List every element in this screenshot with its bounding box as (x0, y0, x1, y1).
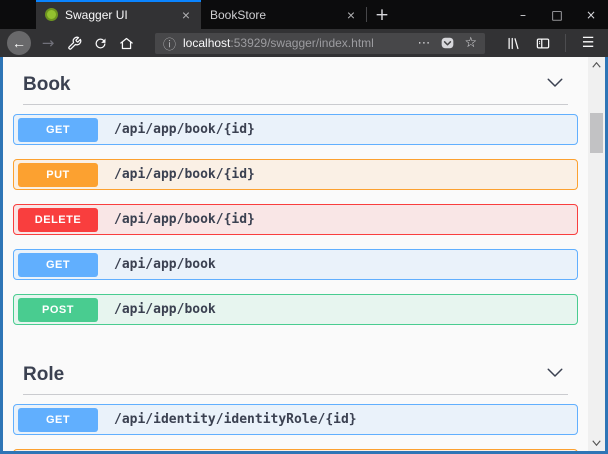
url-text: localhost:53929/swagger/index.html (183, 36, 374, 50)
endpoint-post-book[interactable]: POST /api/app/book (13, 294, 578, 325)
library-icon (506, 36, 521, 51)
scroll-down-icon (592, 440, 601, 446)
endpoint-path: /api/identity/identityRole/{id} (114, 412, 357, 427)
tools-button[interactable] (61, 31, 87, 55)
address-bar[interactable]: ⓘ localhost:53929/swagger/index.html ⋯ ☆ (155, 33, 485, 54)
site-info-icon[interactable]: ⓘ (163, 34, 176, 53)
url-host: localhost (183, 36, 230, 50)
close-tab-icon[interactable]: × (345, 8, 357, 22)
section-divider (23, 104, 568, 105)
hamburger-menu-icon: ☰ (582, 35, 595, 51)
close-tab-icon[interactable]: × (180, 8, 192, 22)
vertical-scrollbar[interactable] (588, 57, 605, 451)
scrollbar-thumb[interactable] (590, 113, 603, 153)
method-badge[interactable]: POST (18, 298, 98, 322)
endpoint-get-book-by-id[interactable]: GET /api/app/book/{id} (13, 114, 578, 145)
forward-button[interactable]: → (35, 31, 61, 55)
url-path: :53929/swagger/index.html (230, 36, 373, 50)
page-actions-icon[interactable]: ⋯ (417, 36, 431, 51)
method-badge[interactable]: GET (18, 253, 98, 277)
address-bar-actions: ⋯ ☆ (417, 35, 477, 51)
window-controls: – □ × (506, 0, 608, 29)
collapse-section-button[interactable] (542, 364, 568, 386)
page-viewport: Book GET /api/app/book/{id} PUT /api/app… (0, 57, 608, 454)
method-badge[interactable]: GET (18, 118, 98, 142)
home-button[interactable] (113, 31, 139, 55)
collapse-section-button[interactable] (542, 74, 568, 96)
new-tab-button[interactable]: + (367, 0, 397, 29)
endpoint-path: /api/app/book/{id} (114, 122, 255, 137)
endpoint-path: /api/app/book (114, 302, 216, 317)
titlebar: Swagger UI × BookStore × + – □ × (0, 0, 608, 29)
tab-title: Swagger UI (65, 8, 173, 22)
reload-icon (93, 36, 108, 51)
back-button[interactable]: ← (7, 31, 31, 55)
section-divider (23, 394, 568, 395)
menu-button[interactable]: ☰ (575, 31, 601, 55)
endpoint-put-book-by-id[interactable]: PUT /api/app/book/{id} (13, 159, 578, 190)
section-gap (13, 339, 578, 347)
reload-button[interactable] (87, 31, 113, 55)
browser-window: Swagger UI × BookStore × + – □ × ← → (0, 0, 608, 454)
endpoint-path: /api/app/book/{id} (114, 167, 255, 182)
method-badge[interactable]: DELETE (18, 208, 98, 232)
endpoint-get-book-list[interactable]: GET /api/app/book (13, 249, 578, 280)
close-window-button[interactable]: × (574, 0, 608, 29)
navigation-toolbar: ← → ⓘ localhost:53929/swagger/index.html… (0, 29, 608, 57)
section-title: Role (23, 364, 64, 386)
tab-title: BookStore (210, 8, 338, 22)
pocket-icon[interactable] (440, 36, 455, 50)
swagger-page: Book GET /api/app/book/{id} PUT /api/app… (3, 57, 588, 451)
section-title: Book (23, 74, 71, 96)
section-book-header[interactable]: Book (13, 57, 578, 104)
bookmark-star-icon[interactable]: ☆ (464, 35, 477, 51)
forward-arrow-icon: → (42, 34, 55, 52)
library-button[interactable] (500, 31, 526, 55)
endpoint-get-identityrole-by-id[interactable]: GET /api/identity/identityRole/{id} (13, 404, 578, 435)
endpoint-put-identityrole-by-id[interactable]: PUT /api/identity/identityRole/{id} (13, 449, 578, 451)
section-role-header[interactable]: Role (13, 347, 578, 394)
home-icon (119, 36, 134, 51)
titlebar-drag-space (0, 0, 36, 29)
swagger-favicon-icon (45, 8, 58, 21)
scroll-up-icon (592, 62, 601, 68)
chevron-down-icon (546, 77, 564, 89)
method-badge[interactable]: PUT (18, 163, 98, 187)
tab-swagger-ui[interactable]: Swagger UI × (36, 0, 201, 29)
method-badge[interactable]: GET (18, 408, 98, 432)
sidebar-button[interactable] (530, 31, 556, 55)
maximize-button[interactable]: □ (540, 0, 574, 29)
scroll-down-button[interactable] (588, 435, 605, 451)
tab-bookstore[interactable]: BookStore × (201, 0, 366, 29)
scroll-up-button[interactable] (588, 57, 605, 73)
wrench-icon (67, 36, 82, 51)
chevron-down-icon (546, 367, 564, 379)
back-arrow-icon: ← (12, 35, 26, 51)
endpoint-delete-book-by-id[interactable]: DELETE /api/app/book/{id} (13, 204, 578, 235)
endpoint-path: /api/app/book (114, 257, 216, 272)
endpoint-path: /api/app/book/{id} (114, 212, 255, 227)
toolbar-right-cluster: ☰ (500, 31, 601, 55)
minimize-button[interactable]: – (506, 0, 540, 29)
sidebar-icon (535, 36, 551, 51)
toolbar-divider (565, 34, 566, 52)
